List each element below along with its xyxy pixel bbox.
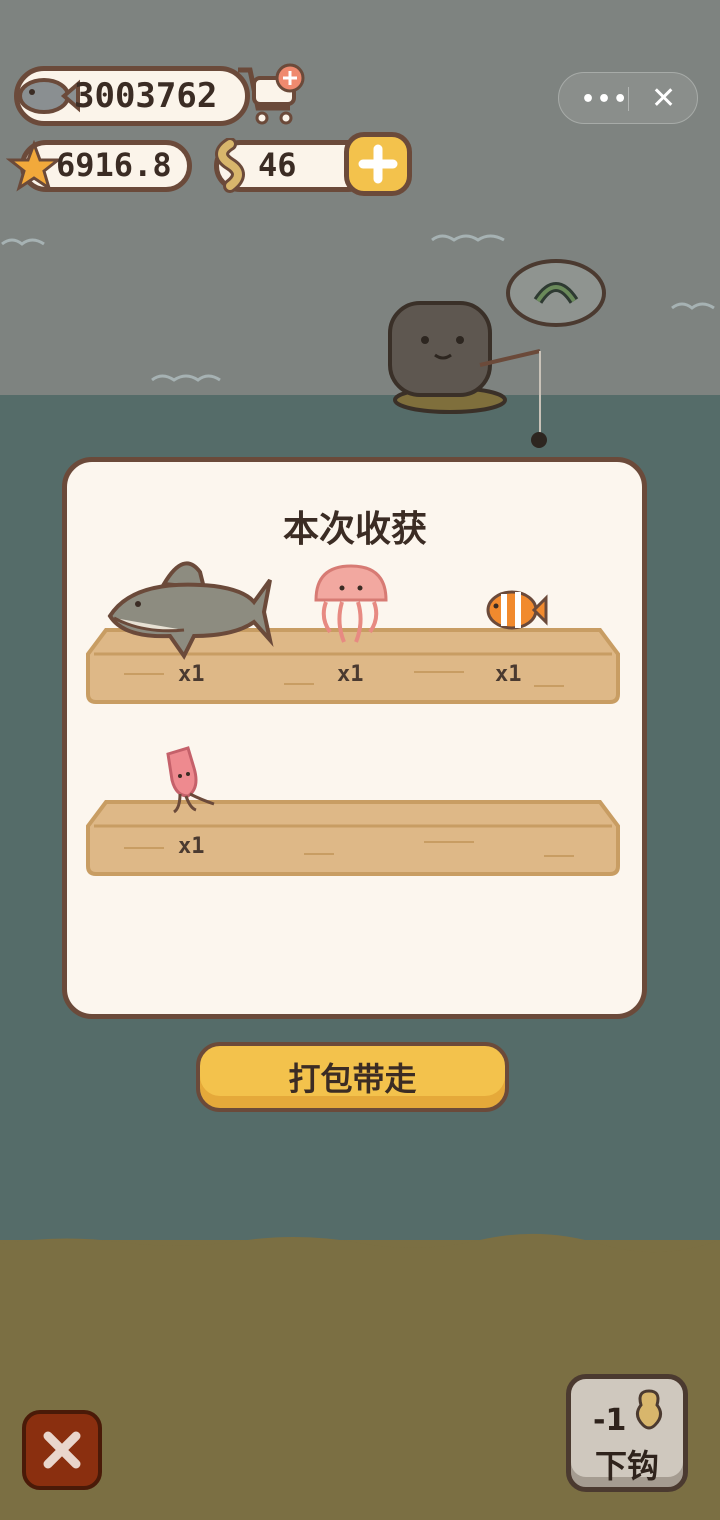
sand-edge <box>0 1233 720 1254</box>
jellyfish-item <box>314 564 388 643</box>
starfish-icon <box>6 140 62 192</box>
bird-decoration <box>671 302 715 310</box>
pack-and-take-button[interactable]: 打包带走 <box>196 1042 509 1112</box>
pack-button-label: 打包带走 <box>288 1060 417 1098</box>
clownfish-item <box>486 590 548 630</box>
worm-value: 46 <box>258 146 297 184</box>
bird-decoration <box>1 238 45 246</box>
close-mini-program-button[interactable]: ✕ <box>651 81 676 116</box>
add-worm-button[interactable] <box>344 132 412 196</box>
squid-item <box>166 746 215 814</box>
star-value: 6916.8 <box>56 146 172 184</box>
shark-item <box>107 561 274 660</box>
hook-label: 下钩 <box>595 1447 660 1485</box>
worm-icon <box>215 138 245 193</box>
peanut-icon <box>636 1389 662 1430</box>
popup-title: 本次收获 <box>282 509 427 550</box>
cast-hook-button[interactable]: -1 下钩 <box>566 1374 688 1492</box>
close-game-button[interactable] <box>22 1410 102 1490</box>
shark-quantity: x1 <box>178 662 205 687</box>
cat-fishing <box>388 259 606 448</box>
close-icon <box>43 1431 81 1469</box>
fish-coin-value: 3003762 <box>74 76 218 116</box>
mini-program-capsule: ••• ✕ <box>558 72 698 124</box>
clownfish-quantity: x1 <box>495 662 522 687</box>
more-options-button[interactable]: ••• <box>581 87 629 112</box>
bird-decoration <box>151 374 221 382</box>
jellyfish-quantity: x1 <box>337 662 364 687</box>
fish-icon <box>18 78 80 114</box>
squid-quantity: x1 <box>178 834 205 859</box>
capsule-divider <box>628 87 629 111</box>
bird-decoration <box>431 234 505 242</box>
sky <box>0 0 720 395</box>
hook-cost: -1 <box>593 1403 627 1438</box>
plus-icon <box>358 144 398 184</box>
cart-add-icon[interactable] <box>234 62 308 130</box>
